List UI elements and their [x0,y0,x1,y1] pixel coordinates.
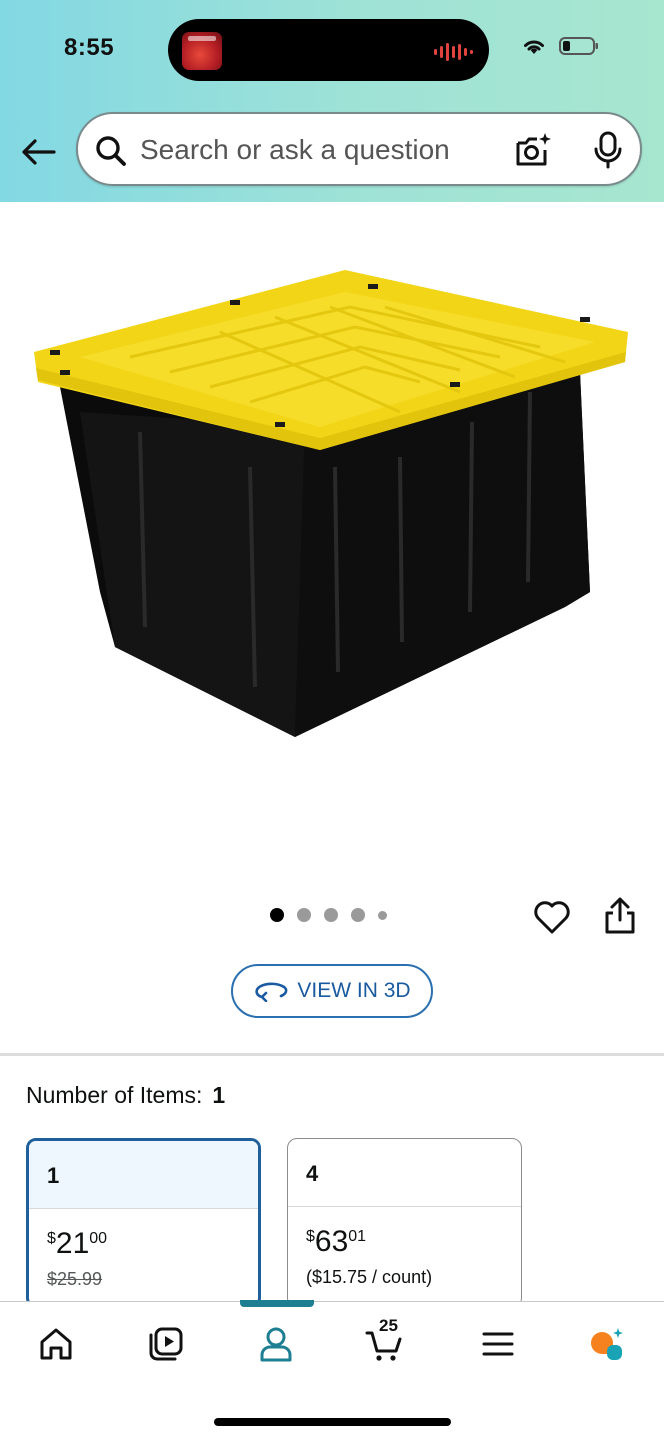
image-pager[interactable] [270,908,387,922]
section-divider [0,1053,664,1056]
number-of-items-value: 1 [212,1082,226,1108]
home-icon [40,1328,72,1360]
pager-dot[interactable] [297,908,311,922]
pager-dot[interactable] [324,908,338,922]
option-price: $2100 [47,1227,108,1260]
search-input[interactable] [140,132,490,168]
audio-waveform-icon [434,43,473,61]
pager-dot[interactable] [351,908,365,922]
rufus-assistant-icon [591,1328,623,1360]
home-indicator [214,1418,451,1426]
nav-menu[interactable] [476,1322,520,1366]
search-icon [96,136,126,166]
product-image[interactable] [20,262,650,752]
back-arrow-icon [22,139,56,165]
camera-search-icon[interactable] [514,130,554,170]
menu-icon [482,1332,514,1356]
option-list-price: $25.99 [47,1269,103,1289]
share-icon[interactable] [602,896,638,936]
nav-assistant[interactable] [584,1322,628,1366]
microphone-icon[interactable] [590,130,626,170]
status-time: 8:55 [64,34,115,61]
pager-dot[interactable] [270,908,284,922]
status-icons [521,36,599,56]
bottom-navigation: 25 [0,1300,664,1440]
option-price: $6301 [306,1225,367,1258]
wifi-icon [524,40,544,54]
active-tab-indicator [240,1300,314,1307]
option-count: 1 [29,1141,258,1209]
video-icon [149,1327,183,1361]
view-in-3d-label: VIEW IN 3D [297,979,411,1002]
account-icon [260,1327,292,1362]
now-playing-artwork[interactable] [182,32,222,70]
dynamic-island[interactable] [168,19,489,81]
cart-count-badge: 25 [379,1316,398,1335]
battery-icon [559,37,598,55]
quantity-option-4[interactable]: 4 $6301 ($15.75 / count) [287,1138,522,1308]
nav-video[interactable] [144,1322,188,1366]
nav-home[interactable] [34,1322,78,1366]
option-count: 4 [288,1139,521,1207]
quantity-option-1[interactable]: 1 $2100 $25.99 [26,1138,261,1308]
number-of-items-label: Number of Items: 1 [26,1082,225,1109]
nav-cart[interactable]: 25 [362,1316,406,1366]
pager-dot[interactable] [378,910,387,920]
search-bar[interactable] [76,112,642,186]
number-of-items-text: Number of Items: [26,1082,203,1108]
rotate-3d-icon [255,982,288,1002]
nav-account[interactable] [254,1322,298,1366]
view-in-3d-button[interactable]: VIEW IN 3D [231,964,433,1018]
heart-icon[interactable] [532,897,572,937]
option-unit-price: ($15.75 / count) [306,1267,433,1287]
back-button[interactable] [18,132,58,172]
top-header: 8:55 [0,0,664,202]
